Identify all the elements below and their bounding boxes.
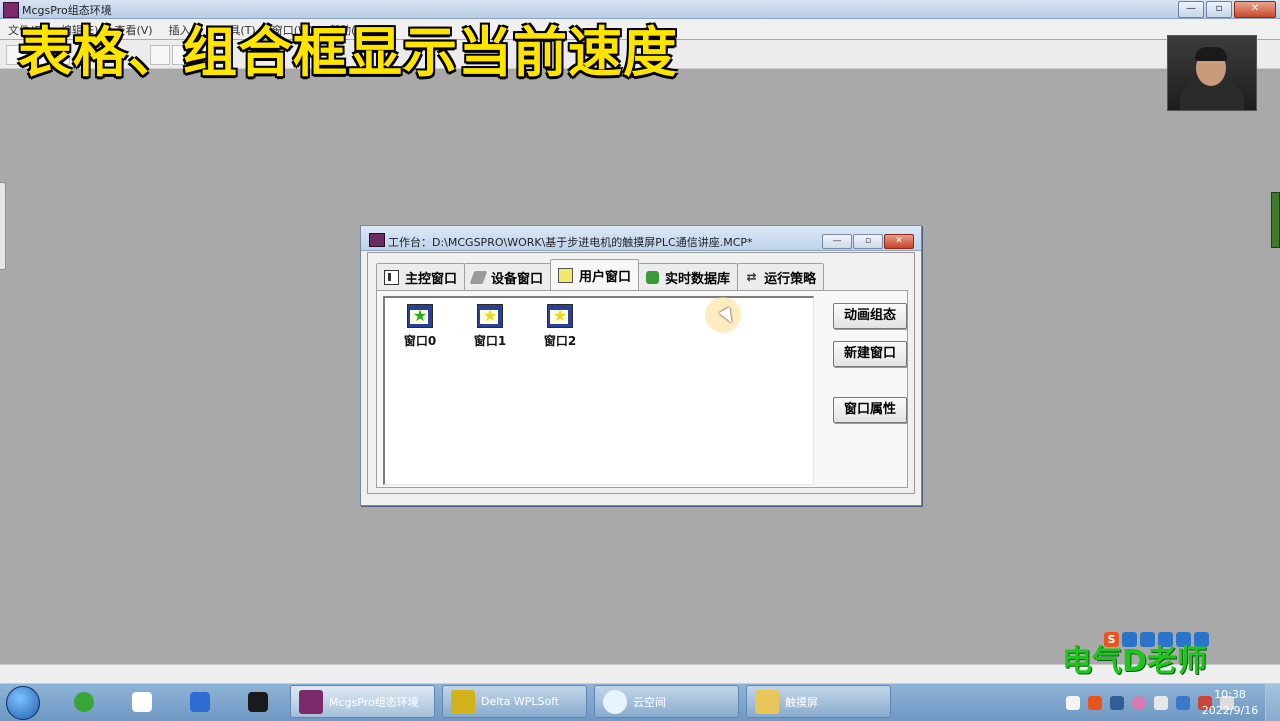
app-title: McgsPro组态环境 bbox=[22, 4, 112, 17]
user-window-item-1[interactable]: ★ 窗口1 bbox=[465, 304, 515, 349]
presenter-body bbox=[1180, 82, 1244, 110]
workbench-window: 工作台：D:\MCGSPRO\WORK\基于步进电机的触摸屏PLC通信讲座.MC… bbox=[360, 225, 922, 506]
user-window-icon: ★ bbox=[547, 304, 573, 328]
pen-input-icon[interactable] bbox=[1066, 695, 1080, 710]
cloud-icon bbox=[603, 689, 627, 714]
ie-icon bbox=[74, 692, 94, 712]
clock[interactable]: 10:38 2022/9/16 bbox=[1200, 687, 1260, 719]
task-label: 云空间 bbox=[633, 695, 666, 709]
wplsoft-icon bbox=[451, 689, 475, 714]
tab-main-window[interactable]: 主控窗口 bbox=[376, 263, 466, 290]
folder-icon bbox=[755, 689, 779, 714]
star-icon: ★ bbox=[412, 306, 428, 325]
window-properties-button[interactable]: 窗口属性 bbox=[833, 397, 907, 423]
tab-realtime-database[interactable]: 实时数据库 bbox=[638, 263, 739, 290]
task-wplsoft[interactable]: Delta WPLSoft bbox=[442, 685, 587, 718]
device-window-icon bbox=[469, 270, 488, 284]
task-mcgspro[interactable]: McgsPro组态环境 bbox=[290, 685, 435, 718]
user-window-list: ★ 窗口0 ★ 窗口1 ★ 窗口2 bbox=[383, 296, 814, 485]
tray-expand-icon[interactable] bbox=[1110, 695, 1124, 710]
obs-icon bbox=[248, 692, 268, 712]
workbench-title: 工作台：D:\MCGSPRO\WORK\基于步进电机的触摸屏PLC通信讲座.MC… bbox=[388, 236, 753, 249]
presenter-hair bbox=[1195, 47, 1227, 61]
mcgs-icon bbox=[299, 689, 323, 714]
workbench-body: 主控窗口 设备窗口 用户窗口 实时数据库 ⇄ 运行策略 ★ 窗口0 ★ 窗口1 … bbox=[367, 252, 915, 494]
tab-run-strategy[interactable]: ⇄ 运行策略 bbox=[737, 263, 825, 290]
app-maximize-button[interactable]: ▫ bbox=[1206, 1, 1232, 18]
task-cloud-space[interactable]: 云空间 bbox=[594, 685, 739, 718]
star-icon: ★ bbox=[552, 306, 568, 325]
window-label: 窗口1 bbox=[473, 334, 507, 348]
user-window-panel: ★ 窗口0 ★ 窗口1 ★ 窗口2 动画组态 新建窗口 窗口属性 bbox=[376, 290, 908, 488]
task-label: 触摸屏 bbox=[785, 695, 818, 709]
tab-label: 主控窗口 bbox=[405, 271, 458, 287]
tab-label: 运行策略 bbox=[764, 271, 817, 287]
app-titlebar: McgsPro组态环境 — ▫ ✕ bbox=[0, 0, 1280, 19]
right-dock-tab[interactable] bbox=[1271, 192, 1280, 248]
taskbar: McgsPro组态环境 Delta WPLSoft 云空间 触摸屏 10:38 … bbox=[0, 683, 1280, 721]
user-window-icon: ★ bbox=[477, 304, 503, 328]
workbench-close-button[interactable]: ✕ bbox=[884, 234, 914, 249]
clock-date: 2022/9/16 bbox=[1201, 704, 1259, 717]
clock-time: 10:38 bbox=[1214, 688, 1246, 701]
workbench-icon bbox=[369, 233, 385, 247]
wps-icon bbox=[190, 692, 210, 712]
workbench-window-controls: — ▫ ✕ bbox=[822, 234, 914, 249]
video-caption: 表格、组合框显示当前速度 bbox=[18, 21, 678, 84]
window-label: 窗口0 bbox=[403, 334, 437, 348]
tab-label: 实时数据库 bbox=[665, 271, 731, 287]
user-window-icon: ★ bbox=[407, 304, 433, 328]
window-label: 窗口2 bbox=[543, 334, 577, 348]
workbench-maximize-button[interactable]: ▫ bbox=[853, 234, 883, 249]
mcgs-app-icon bbox=[3, 2, 19, 18]
channel-watermark: 电气D老师 bbox=[1062, 644, 1207, 679]
webcam-overlay bbox=[1167, 35, 1257, 111]
workbench-minimize-button[interactable]: — bbox=[822, 234, 852, 249]
new-window-button[interactable]: 新建窗口 bbox=[833, 341, 907, 367]
show-desktop-button[interactable] bbox=[1265, 684, 1280, 721]
tab-device-window[interactable]: 设备窗口 bbox=[464, 263, 552, 290]
pinned-ie[interactable] bbox=[66, 687, 102, 717]
sogou-tray-icon[interactable] bbox=[1088, 695, 1102, 710]
strategy-icon: ⇄ bbox=[746, 269, 757, 284]
animate-config-button[interactable]: 动画组态 bbox=[833, 303, 907, 329]
volume-icon[interactable] bbox=[1154, 695, 1168, 710]
main-window-icon bbox=[384, 269, 399, 285]
tab-user-window[interactable]: 用户窗口 bbox=[550, 259, 640, 290]
pinned-wps[interactable] bbox=[182, 687, 218, 717]
user-window-icon bbox=[558, 267, 574, 283]
baidu-netdisk-icon bbox=[132, 692, 152, 712]
tab-label: 用户窗口 bbox=[579, 269, 632, 285]
user-window-item-0[interactable]: ★ 窗口0 bbox=[395, 304, 445, 349]
app-close-button[interactable]: ✕ bbox=[1234, 1, 1276, 18]
task-label: Delta WPLSoft bbox=[481, 695, 560, 708]
user-window-item-2[interactable]: ★ 窗口2 bbox=[535, 304, 585, 349]
tray-app-icon[interactable] bbox=[1132, 695, 1146, 710]
pinned-baidu-netdisk[interactable] bbox=[124, 687, 160, 717]
task-label: McgsPro组态环境 bbox=[329, 695, 419, 709]
security-shield-icon[interactable] bbox=[1176, 695, 1190, 710]
left-dock-tab[interactable] bbox=[0, 182, 6, 270]
app-window-controls: — ▫ ✕ bbox=[1178, 1, 1276, 18]
database-icon bbox=[646, 270, 660, 284]
start-button[interactable] bbox=[6, 686, 40, 720]
pinned-obs[interactable] bbox=[240, 687, 276, 717]
star-icon: ★ bbox=[482, 306, 498, 325]
workbench-titlebar: 工作台：D:\MCGSPRO\WORK\基于步进电机的触摸屏PLC通信讲座.MC… bbox=[361, 226, 921, 251]
workbench-tabs: 主控窗口 设备窗口 用户窗口 实时数据库 ⇄ 运行策略 bbox=[376, 259, 825, 290]
app-minimize-button[interactable]: — bbox=[1178, 1, 1204, 18]
tab-label: 设备窗口 bbox=[491, 271, 544, 287]
task-touchscreen-folder[interactable]: 触摸屏 bbox=[746, 685, 891, 718]
